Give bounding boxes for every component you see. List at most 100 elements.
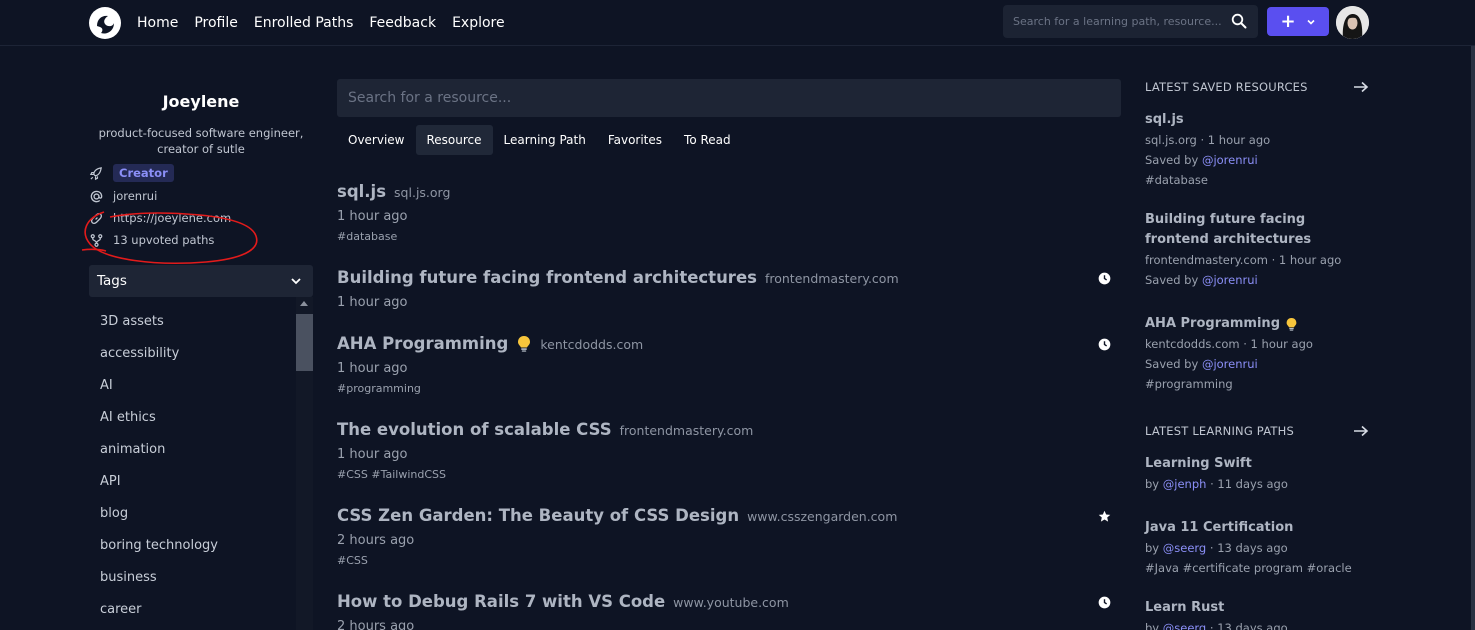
- profile-username-row: jorenrui: [89, 187, 157, 205]
- search-icon[interactable]: [1231, 13, 1247, 29]
- tab-resource[interactable]: Resource: [415, 125, 493, 155]
- feed-item[interactable]: CSS Zen Garden: The Beauty of CSS Design…: [337, 506, 1117, 567]
- tag-item[interactable]: animation: [89, 433, 295, 465]
- resource-time: 2 hours ago: [337, 619, 415, 630]
- link-icon: [90, 212, 103, 224]
- path-age: · 13 days ago: [1206, 541, 1288, 555]
- user-avatar[interactable]: [1336, 6, 1369, 39]
- profile-role-row: Creator: [89, 164, 174, 182]
- profile-website-link[interactable]: https://joeylene.com: [113, 211, 231, 225]
- tags-scrollbar-thumb[interactable]: [296, 314, 313, 371]
- author-link[interactable]: @seerg: [1163, 621, 1206, 630]
- global-search-input[interactable]: [1003, 5, 1223, 38]
- tags-header-label: Tags: [97, 273, 127, 289]
- resource-title[interactable]: sql.js: [337, 182, 386, 201]
- tag-item[interactable]: boring technology: [89, 529, 295, 561]
- saved-by-user-link[interactable]: @jorenrui: [1202, 153, 1258, 167]
- nav-explore-link[interactable]: Explore: [452, 15, 505, 31]
- add-new-button[interactable]: +: [1267, 7, 1329, 36]
- arrow-right-icon[interactable]: [1353, 81, 1369, 93]
- learning-path-title[interactable]: Learning Swift: [1145, 454, 1360, 474]
- nav-profile-link[interactable]: Profile: [194, 15, 238, 31]
- learning-path-meta: by @seerg · 13 days ago: [1145, 618, 1360, 630]
- feed-item[interactable]: sql.js sql.js.org 1 hour ago #database: [337, 182, 1117, 243]
- feed-item[interactable]: The evolution of scalable CSS frontendmas…: [337, 420, 1117, 481]
- author-link[interactable]: @jenph: [1163, 477, 1207, 491]
- star-icon[interactable]: [1098, 510, 1111, 523]
- tag-item[interactable]: AI ethics: [89, 401, 295, 433]
- resource-title[interactable]: How to Debug Rails 7 with VS Code: [337, 592, 665, 611]
- scroll-up-arrow-icon[interactable]: [300, 301, 308, 306]
- author-link[interactable]: @seerg: [1163, 541, 1206, 555]
- clock-icon[interactable]: [1098, 596, 1111, 609]
- saved-by-label: Saved by: [1145, 357, 1202, 371]
- resource-domain: www.youtube.com: [673, 595, 789, 610]
- resource-domain: www.csszengarden.com: [747, 509, 898, 524]
- saved-resource-title[interactable]: Building future facing frontend architec…: [1145, 210, 1360, 250]
- page-scrollbar[interactable]: [1471, 46, 1475, 630]
- resource-search-input[interactable]: [337, 79, 1121, 117]
- learning-path-title[interactable]: Learn Rust: [1145, 598, 1360, 618]
- resource-time: 1 hour ago: [337, 209, 408, 224]
- feed-item[interactable]: AHA Programming kentcdodds.com 1 hour ag…: [337, 334, 1117, 395]
- saved-resource-title[interactable]: AHA Programming: [1145, 314, 1280, 334]
- saved-resource-title[interactable]: sql.js: [1145, 110, 1360, 130]
- saved-by-line: Saved by @jorenrui: [1145, 270, 1360, 290]
- saved-resource-item[interactable]: Building future facing frontend architec…: [1145, 210, 1360, 290]
- saved-by-user-link[interactable]: @jorenrui: [1202, 273, 1258, 287]
- nav-links: Home Profile Enrolled Paths Feedback Exp…: [137, 0, 505, 46]
- by-label: by: [1145, 621, 1163, 630]
- resource-title[interactable]: AHA Programming: [337, 334, 508, 353]
- clock-icon[interactable]: [1098, 338, 1111, 351]
- rocket-icon: [89, 166, 102, 180]
- arrow-right-icon[interactable]: [1353, 425, 1369, 437]
- tag-item[interactable]: career: [89, 593, 295, 625]
- chevron-down-icon: [1306, 19, 1315, 25]
- saved-resource-meta: sql.js.org · 1 hour ago: [1145, 133, 1271, 147]
- at-sign-icon: [90, 190, 103, 202]
- saved-resource-tags: #database: [1145, 173, 1208, 187]
- tag-item[interactable]: API: [89, 465, 295, 497]
- saved-resource-tags: #programming: [1145, 377, 1233, 391]
- sutle-logo-icon[interactable]: [88, 6, 122, 40]
- tags-dropdown[interactable]: Tags: [89, 265, 313, 297]
- nav-feedback-link[interactable]: Feedback: [369, 15, 436, 31]
- feed-item[interactable]: How to Debug Rails 7 with VS Code www.you…: [337, 592, 1117, 630]
- tab-to-read[interactable]: To Read: [673, 125, 742, 155]
- tag-item[interactable]: business: [89, 561, 295, 593]
- learning-path-meta: by @jenph · 11 days ago: [1145, 474, 1360, 494]
- nav-home-link[interactable]: Home: [137, 15, 178, 31]
- resource-domain: sql.js.org: [394, 185, 451, 200]
- resource-title[interactable]: CSS Zen Garden: The Beauty of CSS Design: [337, 506, 739, 525]
- resource-title[interactable]: Building future facing frontend architec…: [337, 268, 757, 287]
- path-age: · 11 days ago: [1206, 477, 1288, 491]
- nav-enrolled-paths-link[interactable]: Enrolled Paths: [254, 15, 354, 31]
- tag-item[interactable]: AI: [89, 369, 295, 401]
- resource-time: 1 hour ago: [337, 447, 408, 462]
- resource-tags: #CSS #TailwindCSS: [337, 468, 446, 481]
- resource-search: [337, 79, 1121, 117]
- resource-time: 1 hour ago: [337, 295, 408, 310]
- resource-tags: #programming: [337, 382, 421, 395]
- tag-item[interactable]: blog: [89, 497, 295, 529]
- saved-resource-item[interactable]: AHA Programming kentcdodds.com · 1 hour …: [1145, 314, 1360, 394]
- tab-learning-path[interactable]: Learning Path: [493, 125, 597, 155]
- tab-favorites[interactable]: Favorites: [597, 125, 673, 155]
- feed-item[interactable]: Building future facing frontend architec…: [337, 268, 1117, 310]
- profile-name: Joeylene: [162, 92, 240, 111]
- learning-path-title[interactable]: Java 11 Certification: [1145, 518, 1360, 538]
- learning-path-item[interactable]: Learn Rust by @seerg · 13 days ago: [1145, 598, 1360, 630]
- resource-title[interactable]: The evolution of scalable CSS: [337, 420, 612, 439]
- learning-path-item[interactable]: Java 11 Certification by @seerg · 13 day…: [1145, 518, 1360, 578]
- saved-resource-title-row[interactable]: AHA Programming: [1145, 314, 1360, 334]
- learning-path-item[interactable]: Learning Swift by @jenph · 11 days ago: [1145, 454, 1360, 494]
- tag-item[interactable]: 3D assets: [89, 305, 295, 337]
- tag-item[interactable]: accessibility: [89, 337, 295, 369]
- saved-by-label: Saved by: [1145, 273, 1202, 287]
- clock-icon[interactable]: [1098, 272, 1111, 285]
- profile-tabs: Overview Resource Learning Path Favorite…: [337, 125, 742, 155]
- saved-resource-item[interactable]: sql.js sql.js.org · 1 hour ago Saved by …: [1145, 110, 1360, 190]
- tab-overview[interactable]: Overview: [337, 125, 416, 155]
- saved-by-user-link[interactable]: @jorenrui: [1202, 357, 1258, 371]
- profile-upvoted-row: 13 upvoted paths: [89, 231, 214, 249]
